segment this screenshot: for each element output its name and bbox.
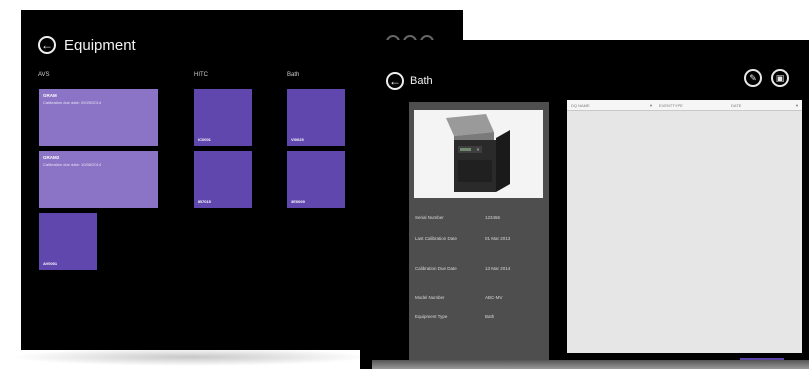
back-arrow-icon[interactable]: ←: [38, 36, 56, 54]
column-header-dq-name[interactable]: DQ NAME: [571, 103, 590, 108]
tile-subtitle: Calibration due date: 09/25/2014: [43, 100, 102, 105]
property-label: Model Number: [415, 295, 445, 300]
equipment-tile[interactable]: IC0001: [194, 89, 252, 146]
tile-title: GRAM2: [43, 155, 60, 160]
equipment-tile[interactable]: GRAM Calibration due date: 09/25/2014: [39, 89, 158, 146]
tile-code: IC0001: [198, 137, 211, 142]
front-screen-bezel: [372, 360, 809, 369]
tile-code: AV0001: [43, 261, 58, 266]
back-screen-shadow: [10, 348, 370, 366]
events-table: DQ NAME ▼ EVENTTYPE DATE ▼: [567, 100, 802, 353]
equipment-header: ← Equipment: [38, 36, 136, 54]
bath-detail-screen: ← Bath ✎ ▣ Serial Number 123456 Last Cal…: [360, 40, 809, 369]
equipment-tile[interactable]: 3E0009: [287, 151, 345, 208]
bath-device-image: [414, 110, 543, 198]
group-label-hitc: HITC: [194, 72, 208, 78]
equipment-photo: [414, 110, 543, 198]
property-label: Serial Number: [415, 215, 444, 220]
tile-title: GRAM: [43, 93, 57, 98]
back-arrow-icon[interactable]: ←: [386, 72, 404, 90]
edit-icon[interactable]: ✎: [744, 69, 762, 87]
property-label: Calibration Due Date: [415, 266, 457, 271]
tile-code: IB7015: [198, 199, 211, 204]
equipment-detail-panel: Serial Number 123456 Last Calibration Da…: [409, 102, 549, 369]
property-value: 123456: [485, 215, 501, 220]
column-header-eventtype[interactable]: EVENTTYPE: [659, 103, 683, 108]
sort-icon[interactable]: ▼: [649, 103, 653, 108]
bath-header: ← Bath: [386, 72, 433, 90]
equipment-tile[interactable]: GRAM2 Calibration due date: 10/08/2014: [39, 151, 158, 208]
page-title: Bath: [410, 75, 433, 87]
sort-icon[interactable]: ▼: [795, 103, 799, 108]
property-label: Equipment Type: [415, 314, 448, 319]
tile-code: VI0025: [291, 137, 304, 142]
group-label-bath: Bath: [287, 72, 300, 78]
property-value: Bath: [485, 314, 495, 319]
property-value: 13 Mar 2014: [485, 266, 511, 271]
property-value: 01 Mar 2013: [485, 236, 511, 241]
equipment-tile[interactable]: AV0001: [39, 213, 97, 270]
delete-icon[interactable]: ▣: [771, 69, 789, 87]
group-label-avs: AVS: [38, 72, 50, 78]
page-title: Equipment: [64, 36, 136, 54]
tile-subtitle: Calibration due date: 10/08/2014: [43, 162, 102, 167]
action-icons: ✎ ▣: [744, 69, 789, 87]
property-label: Last Calibration Date: [415, 236, 458, 241]
table-header: DQ NAME ▼ EVENTTYPE DATE ▼: [567, 100, 802, 111]
property-value: ABC-MV: [485, 295, 503, 300]
equipment-tile[interactable]: IB7015: [194, 151, 252, 208]
equipment-tile[interactable]: VI0025: [287, 89, 345, 146]
column-header-date[interactable]: DATE: [731, 103, 741, 108]
tile-code: 3E0009: [291, 199, 305, 204]
